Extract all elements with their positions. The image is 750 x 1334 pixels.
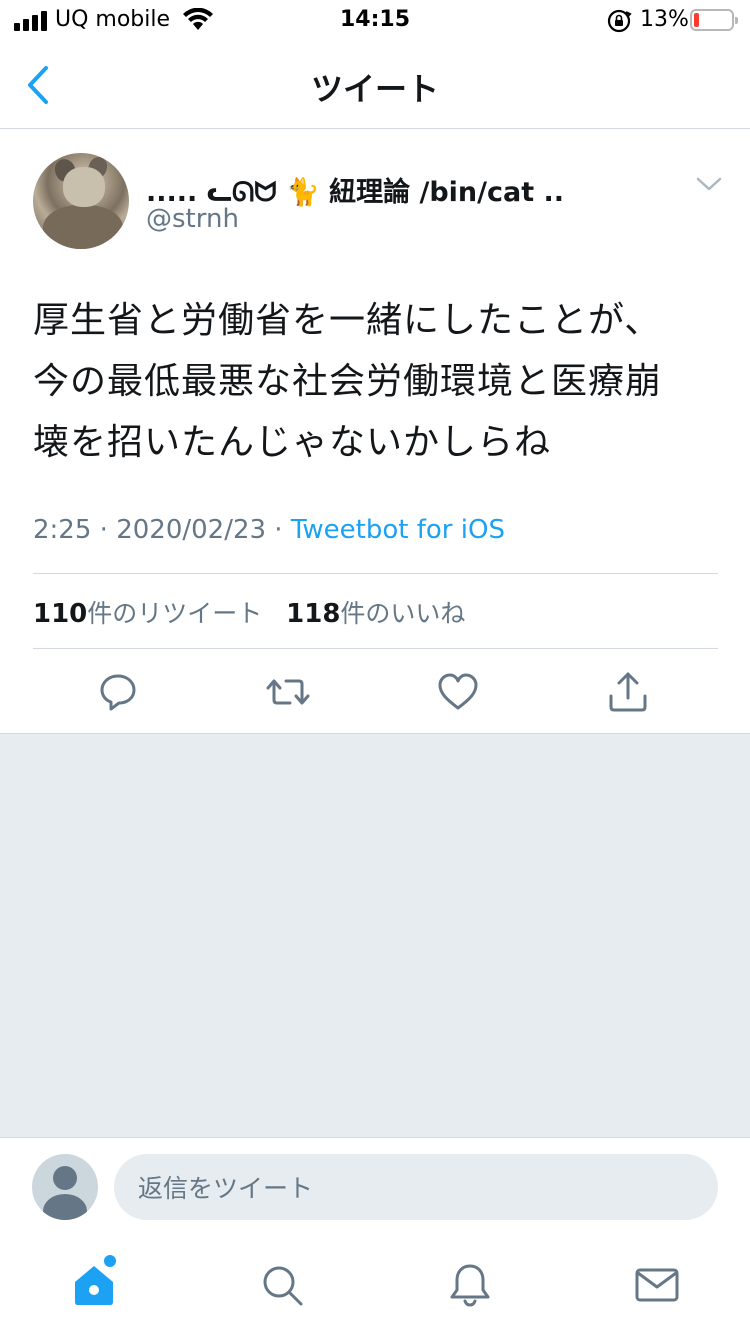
likes-stat[interactable]: 118件のいいね [286,599,466,629]
navigation-bar: ツイート [0,40,750,129]
like-count: 118 [286,599,341,629]
divider [33,648,718,649]
meta-separator: · [91,515,117,545]
status-bar: UQ mobile 14:15 13% [0,0,750,40]
tweet-text: 厚生省と労働省を一緒にしたことが、 今の最低最悪な社会労働環境と医療崩 壊を招い… [33,290,723,473]
reply-icon[interactable] [96,670,140,714]
status-time: 14:15 [339,7,411,32]
tweet-stats: 110件のリツイート 118件のいいね [33,594,465,630]
retweet-label: 件のリツイート [87,599,263,628]
meta-separator: · [266,515,291,545]
retweets-stat[interactable]: 110件のリツイート [33,599,263,629]
battery-icon [690,9,738,31]
like-label: 件のいいね [340,599,466,628]
home-notification-dot [104,1255,116,1267]
tweet-source-link[interactable]: Tweetbot for iOS [291,515,505,545]
reply-input[interactable]: 返信をツイート [114,1154,718,1220]
tweet-time: 2:25 [33,515,92,545]
share-icon[interactable] [606,670,650,714]
page-title: ツイート [310,70,439,108]
notifications-icon[interactable] [447,1262,493,1308]
chevron-down-icon[interactable] [695,174,723,194]
home-icon[interactable] [71,1262,117,1308]
search-icon[interactable] [259,1262,305,1308]
messages-icon[interactable] [634,1262,680,1308]
user-avatar [32,1154,98,1220]
tweet-date: 2020/02/23 [116,515,267,545]
empty-replies-area [0,733,750,1138]
tweet-text-line: 厚生省と労働省を一緒にしたことが、 [33,300,662,341]
retweet-icon[interactable] [266,670,310,714]
author-handle[interactable]: @strnh [146,204,239,234]
tweet-text-line: 壊を招いたんじゃないかしらね [33,422,552,463]
like-icon[interactable] [436,670,480,714]
battery-percent: 13% [640,7,689,32]
battery-level [694,13,699,27]
author-avatar[interactable] [33,153,129,249]
retweet-count: 110 [33,599,88,629]
tweet-metadata: 2:25 · 2020/02/23 · Tweetbot for iOS [33,515,505,545]
divider [33,573,718,574]
tweet-text-line: 今の最低最悪な社会労働環境と医療崩 [33,361,663,402]
orientation-lock-icon [607,9,632,33]
